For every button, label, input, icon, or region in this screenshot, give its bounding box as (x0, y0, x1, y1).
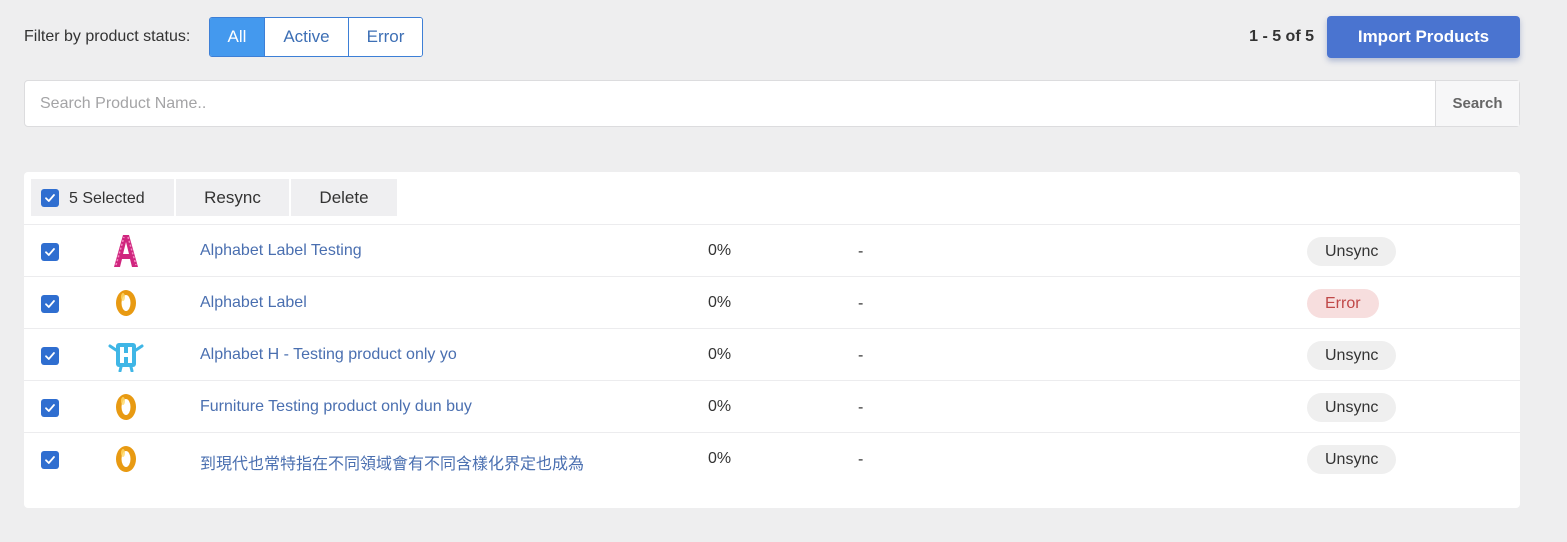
filter-active-button[interactable]: Active (265, 18, 349, 56)
sync-progress: 0% (708, 242, 732, 259)
bulk-actions-bar: 5 Selected Resync Delete (24, 172, 1520, 225)
search-bar: Search (24, 80, 1520, 127)
status-badge: Unsync (1307, 341, 1397, 370)
row-checkbox[interactable] (41, 295, 59, 313)
sync-progress: 0% (708, 346, 732, 363)
extra-value: - (858, 451, 864, 468)
status-badge: Error (1307, 289, 1379, 318)
resync-button[interactable]: Resync (176, 179, 289, 216)
search-input[interactable] (25, 81, 1435, 126)
product-name-link[interactable]: Alphabet Label (200, 294, 307, 312)
select-all-toggle[interactable]: 5 Selected (31, 179, 174, 216)
product-name-link[interactable]: 到現代也常特指在不同領域會有不同含樣化界定也成為 (200, 450, 584, 474)
number-zero-icon (108, 388, 144, 426)
filter-all-button[interactable]: All (210, 18, 265, 56)
status-badge: Unsync (1307, 237, 1397, 266)
checkmark-icon (45, 248, 55, 256)
sync-progress: 0% (708, 398, 732, 415)
checkmark-icon (45, 456, 55, 464)
checkmark-icon (45, 404, 55, 412)
checkmark-icon (45, 194, 55, 202)
letter-h-icon (108, 336, 144, 374)
checkmark-icon (45, 300, 55, 308)
status-badge: Unsync (1307, 445, 1397, 474)
table-row: Alphabet Label 0% - Error (24, 277, 1520, 329)
toolbar: Filter by product status: All Active Err… (24, 16, 1520, 58)
status-filter-group: All Active Error (209, 17, 423, 57)
status-badge: Unsync (1307, 393, 1397, 422)
product-name-link[interactable]: Alphabet H - Testing product only yo (200, 346, 457, 364)
sync-progress: 0% (708, 450, 732, 467)
product-name-link[interactable]: Furniture Testing product only dun buy (200, 398, 472, 416)
filter-error-button[interactable]: Error (349, 18, 422, 56)
number-zero-icon (108, 284, 144, 322)
table-row: Alphabet Label Testing 0% - Unsync (24, 225, 1520, 277)
table-row: Furniture Testing product only dun buy 0… (24, 381, 1520, 433)
table-row: Alphabet H - Testing product only yo 0% … (24, 329, 1520, 381)
extra-value: - (858, 243, 864, 260)
number-zero-icon (108, 440, 144, 478)
sync-progress: 0% (708, 294, 732, 311)
row-checkbox[interactable] (41, 399, 59, 417)
import-products-button[interactable]: Import Products (1327, 16, 1520, 58)
checkmark-icon (45, 352, 55, 360)
extra-value: - (858, 399, 864, 416)
product-name-link[interactable]: Alphabet Label Testing (200, 242, 362, 260)
row-checkbox[interactable] (41, 451, 59, 469)
extra-value: - (858, 295, 864, 312)
row-checkbox[interactable] (41, 243, 59, 261)
table-row: 到現代也常特指在不同領域會有不同含樣化界定也成為 0% - Unsync (24, 433, 1520, 485)
product-table: 5 Selected Resync Delete Alphabet Label … (24, 172, 1520, 508)
row-checkbox[interactable] (41, 347, 59, 365)
select-all-checkbox[interactable] (41, 189, 59, 207)
filter-label: Filter by product status: (24, 28, 191, 45)
delete-button[interactable]: Delete (291, 179, 397, 216)
extra-value: - (858, 347, 864, 364)
letter-a-icon (108, 232, 144, 270)
selected-count-label: 5 Selected (69, 190, 145, 207)
pagination-count: 1 - 5 of 5 (1249, 28, 1314, 45)
search-button[interactable]: Search (1435, 81, 1519, 126)
